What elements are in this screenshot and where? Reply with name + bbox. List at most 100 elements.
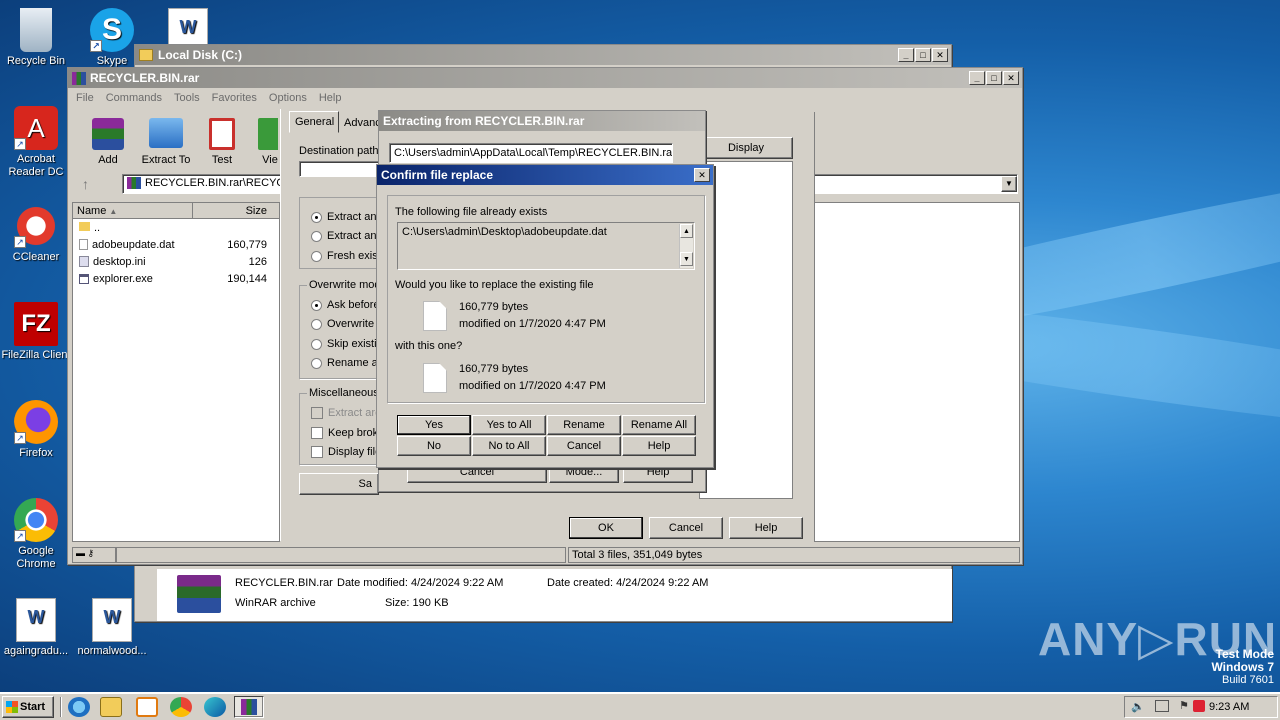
toolbar-test-button[interactable]: Test [202,118,242,166]
misc-option-extract-archives: Extract arc [311,407,381,420]
help-button[interactable]: Help [729,517,803,539]
misc-option-keep-broken[interactable]: Keep broke [311,427,384,440]
radio-button[interactable] [311,211,322,223]
maximize-button[interactable]: □ [915,48,931,62]
winrar-task-button[interactable] [234,696,264,718]
minimize-button[interactable]: _ [898,48,914,62]
radio-button[interactable] [311,357,322,369]
view-book-icon [258,118,278,150]
update-option-fresh-existing[interactable]: Fresh exis [311,250,378,262]
rename-all-button[interactable]: Rename All [622,415,696,435]
checkbox[interactable] [311,446,323,459]
close-button[interactable]: ✕ [932,48,948,62]
desktop-icon-filezilla[interactable]: FZ FileZilla Client [0,302,72,362]
drive-icon[interactable]: ▬ ⚷ [72,547,116,563]
menu-favorites[interactable]: Favorites [212,92,257,104]
file-row[interactable]: adobeupdate.dat 160,779 [73,236,279,253]
overwrite-option-overwrite[interactable]: Overwrite [311,318,374,330]
scrollbar[interactable]: ▲ ▼ [679,224,693,268]
update-option-extract-update[interactable]: Extract an [311,230,377,242]
network-icon[interactable] [1155,700,1169,712]
toolbar-extract-to-button[interactable]: Extract To [136,118,196,166]
radio-button[interactable] [311,338,322,350]
no-to-all-button[interactable]: No to All [472,436,546,456]
scroll-down-arrow-icon[interactable]: ▼ [680,252,693,266]
column-header-size[interactable]: Size [193,203,273,218]
desktop-icon-word-doc[interactable]: W againgradu... [0,598,72,658]
button-label: OK [598,522,614,534]
desktop-icon-recycle-bin[interactable]: Recycle Bin [0,8,72,68]
desktop-icon-label: Firefox [19,447,53,459]
media-player-icon[interactable] [136,697,158,717]
overwrite-option-rename[interactable]: Rename au [311,357,384,369]
help-button[interactable]: Help [622,436,696,456]
file-row[interactable]: desktop.ini 126 [73,253,279,270]
yes-button[interactable]: Yes [397,415,471,435]
radio-button[interactable] [311,230,322,242]
explorer-icon[interactable] [100,697,122,717]
existing-file-path-box[interactable]: C:\Users\admin\Desktop\adobeupdate.dat ▲… [397,222,695,270]
edge-icon[interactable] [204,697,226,717]
minimize-button[interactable]: _ [969,71,985,85]
close-button[interactable]: ✕ [1003,71,1019,85]
file-name: desktop.ini [93,255,146,268]
confirm-file-replace-dialog[interactable]: Confirm file replace ✕ The following fil… [376,164,714,468]
replace-question: Would you like to replace the existing f… [395,279,594,291]
checkbox[interactable] [311,427,323,440]
desktop-icon-ccleaner[interactable]: ↗ CCleaner [0,204,72,264]
cancel-button[interactable]: Cancel [547,436,621,456]
up-arrow-icon[interactable]: ↑ [82,176,89,192]
radio-button[interactable] [311,250,322,262]
yes-to-all-button[interactable]: Yes to All [472,415,546,435]
progress-titlebar[interactable]: Extracting from RECYCLER.BIN.rar [379,111,705,131]
flag-icon[interactable]: ⚑ [1179,699,1189,712]
tab-general[interactable]: General [289,111,339,133]
chrome-icon[interactable] [170,697,192,717]
misc-option-display-files[interactable]: Display file [311,446,381,459]
with-this-one-label: with this one? [395,340,463,352]
menu-help[interactable]: Help [319,92,342,104]
winrar-titlebar[interactable]: RECYCLER.BIN.rar [68,68,1022,88]
menu-file[interactable]: File [76,92,94,104]
toolbar-view-button[interactable]: Vie [254,118,278,166]
rename-button[interactable]: Rename [547,415,621,435]
radio-button[interactable] [311,299,322,311]
desktop-icon-label: Acrobat Reader DC [8,153,64,178]
radio-button[interactable] [311,318,322,330]
toolbar-add-button[interactable]: Add [84,118,132,166]
new-file-modified: modified on 1/7/2020 4:47 PM [459,380,606,392]
menu-tools[interactable]: Tools [174,92,200,104]
file-row[interactable]: explorer.exe 190,144 [73,270,279,287]
column-header-name[interactable]: Name ▲ [73,203,193,218]
update-option-extract-replace[interactable]: Extract an [311,211,377,223]
save-settings-button[interactable]: Sa [299,473,379,495]
start-button[interactable]: Start [2,696,54,718]
desktop-icon-chrome[interactable]: ↗ Google Chrome [0,498,72,571]
overwrite-option-ask[interactable]: Ask before [311,299,380,311]
desktop-icon-firefox[interactable]: ↗ Firefox [0,400,72,460]
file-list[interactable]: Name ▲ Size .. adobeupdate.dat 160,779 d… [72,202,280,542]
ok-button[interactable]: OK [569,517,643,539]
new-file-size: 160,779 bytes [459,363,529,375]
speaker-icon[interactable]: 🔈 [1131,700,1145,713]
confirm-titlebar[interactable]: Confirm file replace [377,165,713,185]
cancel-button[interactable]: Cancel [649,517,723,539]
test-mode-line: Windows 7 [1211,660,1274,674]
close-button[interactable]: ✕ [694,168,710,182]
destination-path-field[interactable] [299,161,379,177]
menu-options[interactable]: Options [269,92,307,104]
ie-icon[interactable] [68,697,90,717]
overwrite-option-skip[interactable]: Skip existi [311,338,377,350]
no-button[interactable]: No [397,436,471,456]
display-button[interactable]: Display [699,137,793,159]
clock[interactable]: 9:23 AM [1209,701,1249,713]
tab-advanced[interactable]: Advanc [339,115,379,133]
security-icon[interactable] [1193,700,1205,712]
explorer-titlebar[interactable]: Local Disk (C:) [135,45,951,65]
file-row[interactable]: .. [73,219,279,236]
maximize-button[interactable]: □ [986,71,1002,85]
menu-commands[interactable]: Commands [106,92,162,104]
file-size: 126 [248,255,267,268]
desktop-icon-acrobat[interactable]: A ↗ Acrobat Reader DC [0,106,72,179]
scroll-up-arrow-icon[interactable]: ▲ [680,224,693,238]
